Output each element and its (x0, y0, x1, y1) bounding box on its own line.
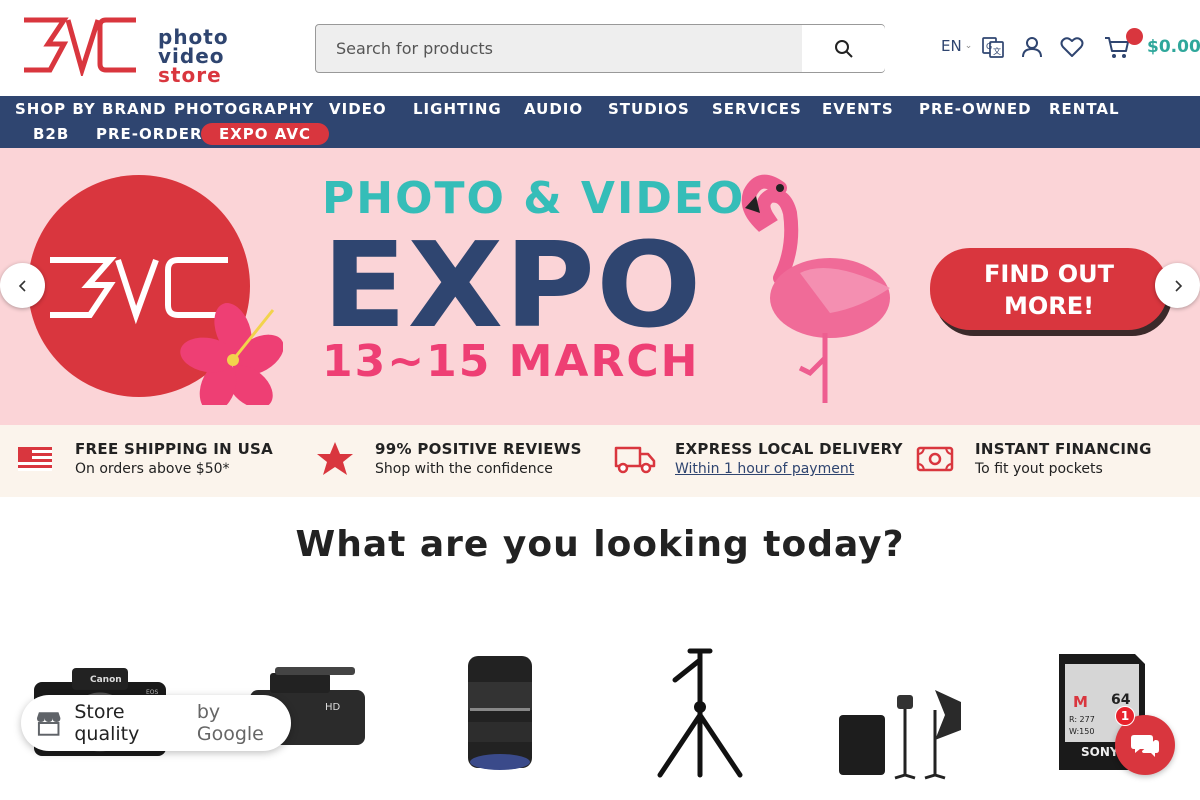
cta-line2: MORE! (1003, 292, 1095, 320)
feature-title: INSTANT FINANCING (975, 440, 1152, 458)
avc-logo-icon (24, 17, 136, 79)
memory-card-write-speed: W:150 (1069, 727, 1094, 736)
chevron-down-icon: ⌄ (964, 41, 973, 51)
nav-item-pre-order[interactable]: PRE-ORDER (96, 125, 203, 143)
translate-icon[interactable]: G 文 (981, 35, 1005, 59)
nav-item-shop-by-brand[interactable]: SHOP BY BRAND (15, 100, 167, 118)
nav-item-audio[interactable]: AUDIO (524, 100, 583, 118)
chevron-right-icon (1174, 279, 1182, 292)
find-out-more-button[interactable]: FIND OUT MORE! (930, 248, 1168, 330)
memory-card-read-speed: R: 277 (1069, 715, 1095, 724)
language-selector[interactable]: EN ⌄ (941, 37, 972, 55)
search-icon (834, 39, 853, 58)
search-button[interactable] (801, 25, 885, 72)
feature-subtitle-link[interactable]: Within 1 hour of payment (675, 461, 854, 477)
camera-brand-label: Canon (90, 675, 122, 685)
banner-line3: 13~15 MARCH (322, 336, 700, 387)
svg-text:文: 文 (993, 46, 1001, 56)
chevron-left-icon (18, 279, 26, 292)
badge-by-google: by Google (196, 701, 264, 745)
tripod-icon[interactable] (655, 645, 745, 780)
nav-item-studios[interactable]: STUDIOS (608, 100, 690, 118)
language-label: EN (941, 37, 962, 55)
camcorder-badge-label: HD (325, 702, 341, 713)
feature-title: 99% POSITIVE REVIEWS (375, 440, 582, 458)
cart-badge (1126, 28, 1143, 45)
banner-line2: EXPO (322, 216, 703, 354)
nav-item-events[interactable]: EVENTS (822, 100, 894, 118)
memory-card-brand: SONY (1081, 745, 1119, 759)
features-strip: FREE SHIPPING IN USA On orders above $50… (0, 425, 1200, 497)
store-icon (36, 712, 61, 736)
feature-subtitle: Shop with the confidence (375, 461, 553, 477)
nav-item-rental[interactable]: RENTAL (1049, 100, 1120, 118)
nav-item-pre-owned[interactable]: PRE-OWNED (919, 100, 1032, 118)
cta-line1: FIND OUT (984, 260, 1114, 288)
lens-icon[interactable] (460, 652, 540, 774)
hero-banner[interactable]: PHOTO & VIDEO EXPO 13~15 MARCH FIND OUT … (0, 148, 1200, 425)
chat-icon (1131, 735, 1159, 757)
heart-icon[interactable] (1060, 35, 1084, 59)
feature-subtitle: On orders above $50* (75, 461, 230, 477)
logo-wordmark: photo video store (158, 27, 229, 87)
feature-title: EXPRESS LOCAL DELIVERY (675, 440, 903, 458)
us-flag-icon (18, 447, 52, 471)
star-icon (317, 442, 353, 475)
carousel-next-button[interactable] (1155, 263, 1200, 308)
search-bar (315, 24, 885, 73)
nav-item-video[interactable]: VIDEO (329, 100, 387, 118)
site-header: photo video store EN ⌄ G 文 $0.00 (0, 0, 1200, 96)
chat-notification-badge: 1 (1115, 706, 1135, 726)
logo-line-store: store (158, 63, 222, 87)
truck-icon (614, 446, 656, 474)
money-icon (916, 446, 954, 472)
store-logo[interactable]: photo video store (20, 14, 228, 85)
expo-logo-graphic (28, 175, 283, 405)
section-title: What are you looking today? (295, 524, 905, 565)
nav-item-services[interactable]: SERVICES (712, 100, 802, 118)
feature-subtitle: To fit yout pockets (975, 461, 1103, 477)
svg-text:M: M (1073, 693, 1088, 711)
nav-item-lighting[interactable]: LIGHTING (413, 100, 502, 118)
svg-text:G: G (986, 42, 992, 51)
nav-item-b2b[interactable]: B2B (33, 125, 69, 143)
nav-item-expo-avc[interactable]: EXPO AVC (201, 123, 329, 145)
nav-item-photography[interactable]: PHOTOGRAPHY (174, 100, 314, 118)
flamingo-illustration (741, 174, 890, 403)
user-icon[interactable] (1021, 35, 1043, 59)
lighting-kit-icon[interactable] (835, 680, 967, 780)
feature-title: FREE SHIPPING IN USA (75, 440, 274, 458)
google-store-quality-badge[interactable]: Store quality by Google (21, 695, 291, 751)
main-nav: SHOP BY BRAND PHOTOGRAPHY VIDEO LIGHTING… (0, 96, 1200, 148)
cart-total[interactable]: $0.00 (1147, 37, 1200, 57)
carousel-prev-button[interactable] (0, 263, 45, 308)
search-input[interactable] (316, 25, 801, 72)
badge-label: Store quality (74, 701, 140, 745)
